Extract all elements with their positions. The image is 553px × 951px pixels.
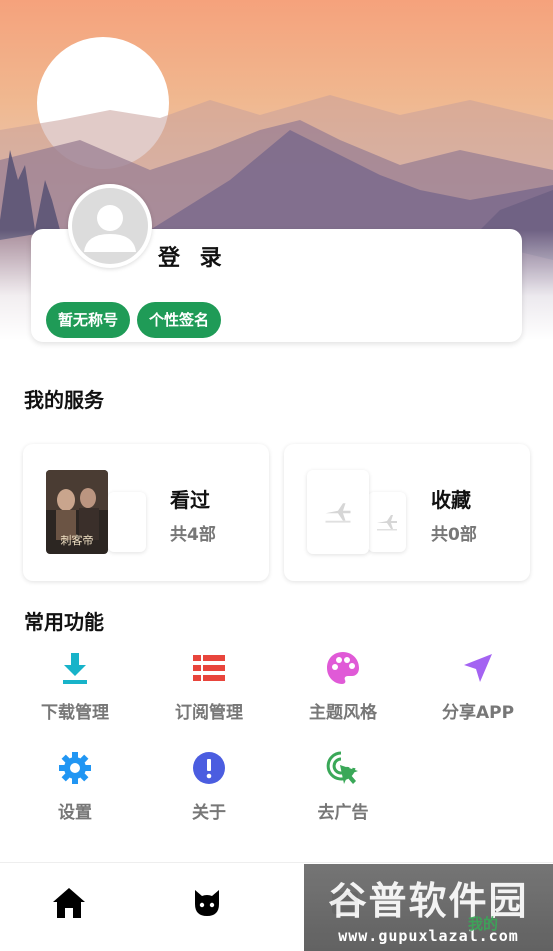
plane-icon bbox=[377, 515, 397, 531]
subscription-manager-button[interactable]: 订阅管理 bbox=[149, 648, 269, 723]
download-icon bbox=[55, 648, 95, 688]
function-label: 分享APP bbox=[441, 703, 515, 723]
services-heading: 我的服务 bbox=[24, 388, 104, 412]
download-manager-button[interactable]: 下载管理 bbox=[15, 648, 135, 723]
function-label: 下载管理 bbox=[41, 703, 109, 723]
cat-face-icon bbox=[195, 890, 219, 916]
watched-card[interactable]: 刺客帝 看过 共4部 bbox=[23, 444, 269, 581]
gear-icon bbox=[55, 748, 95, 788]
cursor-click-icon bbox=[323, 748, 363, 788]
function-label: 关于 bbox=[192, 803, 226, 823]
function-label: 订阅管理 bbox=[175, 703, 243, 723]
watched-title: 看过 bbox=[170, 488, 210, 512]
profile-tab-label[interactable]: 我的 bbox=[468, 913, 498, 934]
favorites-title: 收藏 bbox=[431, 488, 471, 512]
signature-badge[interactable]: 个性签名 bbox=[137, 302, 222, 338]
poster-placeholder bbox=[307, 470, 369, 554]
avatar[interactable] bbox=[68, 184, 152, 268]
settings-button[interactable]: 设置 bbox=[15, 748, 135, 823]
watched-count: 共4部 bbox=[170, 525, 216, 545]
function-label: 主题风格 bbox=[309, 703, 377, 723]
info-icon bbox=[189, 748, 229, 788]
watermark-title: 谷普软件园 bbox=[328, 878, 529, 923]
list-icon bbox=[189, 648, 229, 688]
theme-style-button[interactable]: 主题风格 bbox=[283, 648, 403, 723]
plane-icon bbox=[325, 503, 351, 523]
watermark-overlay: 谷普软件园 www.gupuxlazal.com bbox=[304, 864, 553, 951]
discover-tab[interactable] bbox=[187, 883, 227, 923]
favorites-card[interactable]: 收藏 共0部 bbox=[284, 444, 530, 581]
send-icon bbox=[458, 648, 498, 688]
share-app-button[interactable]: 分享APP bbox=[418, 648, 538, 723]
palette-icon bbox=[323, 648, 363, 688]
remove-ads-button[interactable]: 去广告 bbox=[283, 748, 403, 823]
about-button[interactable]: 关于 bbox=[149, 748, 269, 823]
poster-placeholder bbox=[108, 492, 146, 552]
title-badge[interactable]: 暂无称号 bbox=[46, 302, 131, 338]
poster-thumbnail: 刺客帝 bbox=[46, 470, 108, 554]
favorites-count: 共0部 bbox=[431, 525, 477, 545]
home-tab[interactable] bbox=[49, 883, 89, 923]
poster-text: 刺客帝 bbox=[61, 533, 94, 547]
user-placeholder-icon bbox=[72, 188, 148, 264]
login-button[interactable]: 登 录 bbox=[158, 240, 228, 272]
function-label: 设置 bbox=[58, 803, 92, 823]
poster-placeholder bbox=[368, 492, 406, 552]
home-icon bbox=[53, 888, 85, 918]
function-label: 去广告 bbox=[317, 803, 369, 823]
functions-heading: 常用功能 bbox=[24, 610, 104, 634]
